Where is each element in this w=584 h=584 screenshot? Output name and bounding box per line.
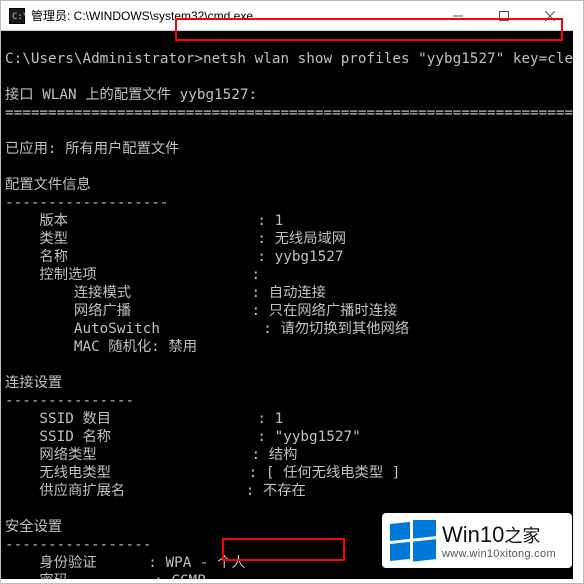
windows-logo-icon [390, 520, 436, 562]
titlebar: C:\ 管理员: C:\WINDOWS\system32\cmd.exe [1, 1, 573, 31]
window-controls [435, 1, 573, 30]
watermark-title: Win10之家 [442, 522, 556, 548]
watermark-suffix: 之家 [504, 522, 540, 548]
watermark-badge: Win10之家 www.win10xitong.com [382, 513, 572, 568]
minimize-button[interactable] [435, 1, 481, 30]
window-title: 管理员: C:\WINDOWS\system32\cmd.exe [31, 7, 435, 24]
svg-text:C:\: C:\ [12, 12, 25, 22]
terminal-output[interactable]: C:\Users\Administrator>netsh wlan show p… [1, 31, 573, 579]
maximize-button[interactable] [481, 1, 527, 30]
watermark-url: www.win10xitong.com [442, 548, 556, 560]
cmd-window: C:\ 管理员: C:\WINDOWS\system32\cmd.exe C:\… [1, 1, 573, 579]
cmd-icon: C:\ [9, 8, 25, 24]
watermark-brand: Win10 [442, 522, 504, 548]
close-button[interactable] [527, 1, 573, 30]
